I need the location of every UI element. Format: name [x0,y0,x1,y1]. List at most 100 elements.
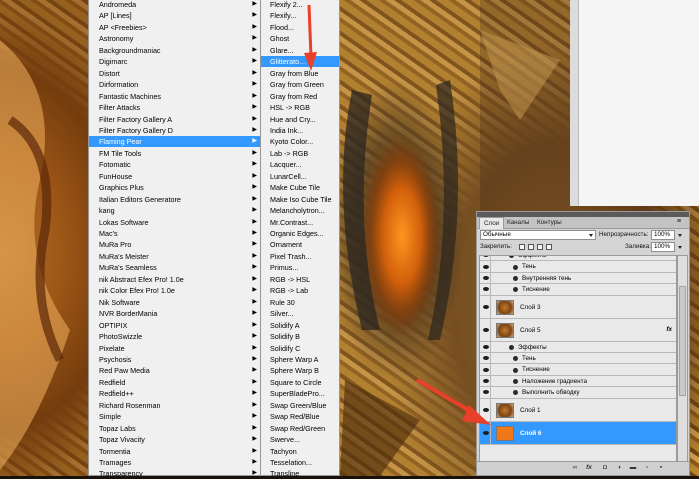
flaming-pear-menu-item[interactable]: Ornament [261,239,339,250]
tab-paths[interactable]: Контуры [533,217,566,228]
filter-menu-item[interactable]: FM Tile Tools ▶ [89,148,263,159]
blend-mode-select[interactable]: Обычные [480,230,596,240]
flaming-pear-menu-item[interactable]: Kyoto Color... [261,136,339,147]
tab-layers[interactable]: Слои [479,217,505,229]
new-group-icon[interactable]: ▬ [629,464,637,472]
flaming-pear-menu-item[interactable]: Lacquer... [261,159,339,170]
filter-menu-item[interactable]: Lokas Software ▶ [89,217,263,228]
filter-menu-item[interactable]: Filter Factory Gallery A ▶ [89,114,263,125]
filter-menu-item[interactable]: Filter Attacks ▶ [89,102,263,113]
flaming-pear-menu-item[interactable]: RGB -> HSL [261,274,339,285]
visibility-eye-icon[interactable] [481,318,491,341]
flaming-pear-menu-item[interactable]: Gray from Green [261,79,339,90]
fill-dropdown-icon[interactable] [678,246,682,249]
filter-menu-item[interactable]: Simple ▶ [89,411,263,422]
fill-field[interactable]: 100% [651,242,675,252]
filter-menu-item[interactable]: Italian Editors Generatore ▶ [89,194,263,205]
flaming-pear-menu-item[interactable]: Hue and Cry... [261,114,339,125]
lock-transparency-icon[interactable] [519,244,525,250]
flaming-pear-menu-item[interactable]: India Ink... [261,125,339,136]
flaming-pear-menu-item[interactable]: Tachyon [261,446,339,457]
filter-menu-item[interactable]: Graphics Plus ▶ [89,182,263,193]
filter-menu-item[interactable]: Backgroundmaniac ▶ [89,45,263,56]
flaming-pear-menu-item[interactable]: Swap Red/Green [261,423,339,434]
filter-menu-item[interactable]: Astronomy ▶ [89,33,263,44]
visibility-eye-icon[interactable] [481,256,491,261]
filter-menu-item[interactable]: Richard Rosenman ▶ [89,400,263,411]
effect-row[interactable]: Тень [480,353,676,365]
flaming-pear-menu-item[interactable]: Tesselation... [261,457,339,468]
filter-menu-item[interactable]: NVR BorderMania ▶ [89,308,263,319]
effects-group-row[interactable]: Эффекты [480,341,676,353]
flaming-pear-menu-item[interactable]: Solidify B [261,331,339,342]
flaming-pear-menu-item[interactable]: Mr.Contrast... [261,217,339,228]
flaming-pear-menu-item[interactable]: RGB -> Lab [261,285,339,296]
visibility-eye-icon[interactable] [481,272,491,284]
visibility-eye-icon[interactable] [481,261,491,272]
effect-row[interactable]: Тень [480,261,676,273]
filter-menu-item[interactable]: FunHouse ▶ [89,171,263,182]
filter-menu-item[interactable]: Topaz Vivacity ▶ [89,434,263,445]
filter-menu-item[interactable]: Dirformation ▶ [89,79,263,90]
layer-row[interactable]: fx Слой 5 [480,318,676,342]
filter-menu-item[interactable]: Transparency ▶ [89,468,263,479]
tab-channels[interactable]: Каналы [503,217,533,228]
filter-menu-item[interactable]: PhotoSwizzle ▶ [89,331,263,342]
link-layers-icon[interactable]: ∞ [571,464,579,472]
flaming-pear-menu-item[interactable]: Rule 30 [261,297,339,308]
trash-icon[interactable]: ▪ [657,464,665,472]
filter-menu-item[interactable]: Pixelate ▶ [89,343,263,354]
layers-scrollbar[interactable] [677,255,688,463]
effect-row[interactable]: Внутренняя тень [480,272,676,285]
flaming-pear-menu-item[interactable]: SuperBladePro... [261,388,339,399]
flaming-pear-menu-item[interactable]: Square to Circle [261,377,339,388]
filter-menu-item[interactable]: nik Abstract Efex Pro! 1.0e ▶ [89,274,263,285]
layer-row[interactable]: Слой 1 [480,398,676,422]
filter-menu-item[interactable]: Digimarc ▶ [89,56,263,67]
flaming-pear-menu-item[interactable]: LunarCell... [261,171,339,182]
filter-menu-item[interactable]: Red Paw Media ▶ [89,365,263,376]
flaming-pear-menu-item[interactable]: Swerve... [261,434,339,445]
lock-all-icon[interactable] [546,244,552,250]
flaming-pear-menu-item[interactable]: Transline [261,468,339,479]
layer-row[interactable]: Слой 3 [480,295,676,319]
scroll-thumb[interactable] [679,286,686,396]
filter-menu-item[interactable]: AP <Freebies> ▶ [89,22,263,33]
flaming-pear-menu-item[interactable]: HSL -> RGB [261,102,339,113]
filter-menu-item[interactable]: Mac's ▶ [89,228,263,239]
flaming-pear-menu-item[interactable]: Sphere Warp A [261,354,339,365]
filter-menu-item[interactable]: AP [Lines] ▶ [89,10,263,21]
panel-menu-icon[interactable]: ≡ [677,217,681,227]
flaming-pear-menu-item[interactable]: Solidify C [261,343,339,354]
flaming-pear-menu-item[interactable]: Make Cube Tile [261,182,339,193]
lock-image-icon[interactable] [528,244,534,250]
filter-menu-item[interactable]: Flaming Pear ▶ [89,136,263,148]
flaming-pear-menu-item[interactable]: Gray from Red [261,91,339,102]
flaming-pear-menu-item[interactable]: Sphere Warp B [261,365,339,376]
add-mask-icon[interactable]: ◘ [601,464,609,472]
filter-menu-item[interactable]: Topaz Labs ▶ [89,423,263,434]
flaming-pear-menu-item[interactable]: Silver... [261,308,339,319]
filter-menu-item[interactable]: kang ▶ [89,205,263,216]
filter-menu-item[interactable]: Distort ▶ [89,68,263,79]
flaming-pear-menu-item[interactable]: Pixel Trash... [261,251,339,262]
filter-menu-item[interactable]: MuRa Pro ▶ [89,239,263,250]
effect-row[interactable]: Наложение градиента [480,375,676,388]
filter-menu-item[interactable]: Filter Factory Gallery D ▶ [89,125,263,136]
visibility-eye-icon[interactable] [481,353,491,364]
filter-menu-item[interactable]: Fotomatic ▶ [89,159,263,170]
new-layer-icon[interactable]: ▫ [643,464,651,472]
visibility-eye-icon[interactable] [481,284,491,295]
flaming-pear-menu-item[interactable]: Make Iso Cube Tile [261,194,339,205]
filter-menu-item[interactable]: OPTIPIX ▶ [89,320,263,331]
flaming-pear-menu-item[interactable]: Organic Edges... [261,228,339,239]
visibility-eye-icon[interactable] [481,341,491,352]
window-scrollbar[interactable] [570,0,579,206]
filter-menu-item[interactable]: Redfield ▶ [89,377,263,388]
effect-row[interactable]: Тиснение [480,364,676,376]
layer-style-icon[interactable]: fx [585,464,593,472]
filter-menu-item[interactable]: Tormentia ▶ [89,446,263,457]
effect-row[interactable]: Тиснение [480,284,676,296]
filter-menu-item[interactable]: nik Color Efex Pro! 1.0e ▶ [89,285,263,296]
opacity-dropdown-icon[interactable] [678,234,682,237]
